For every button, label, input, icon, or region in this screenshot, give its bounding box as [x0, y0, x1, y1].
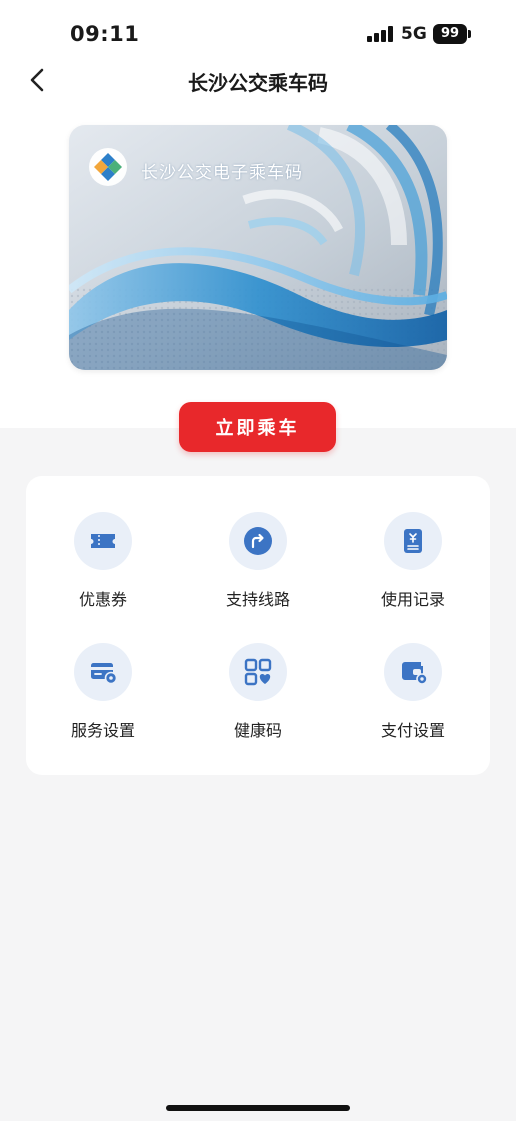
transit-card: 长沙公交电子乘车码 — [69, 125, 447, 370]
page-title: 长沙公交乘车码 — [188, 71, 328, 95]
status-bar: 09:11 5G 99 — [0, 0, 516, 64]
service-label: 支付设置 — [380, 721, 445, 740]
icon-circle — [74, 643, 132, 701]
network-label: 5G — [401, 24, 427, 44]
card-name: 长沙公交电子乘车码 — [141, 163, 303, 183]
icon-circle — [384, 512, 442, 570]
bus-logo-icon — [89, 148, 127, 186]
service-label: 使用记录 — [380, 590, 445, 609]
coupon-icon — [91, 534, 115, 548]
service-label: 服务设置 — [70, 721, 135, 740]
status-time: 09:11 — [70, 22, 140, 46]
card-settings-icon — [91, 663, 118, 685]
service-routes[interactable]: 支持线路 — [181, 512, 335, 622]
nav-bar: 长沙公交乘车码 — [0, 58, 516, 102]
service-payment-settings[interactable]: 支付设置 — [336, 643, 490, 753]
service-coupon[interactable]: 优惠券 — [26, 512, 180, 622]
icon-circle — [229, 512, 287, 570]
service-settings[interactable]: 服务设置 — [26, 643, 180, 753]
record-icon — [404, 529, 422, 553]
icon-circle — [229, 643, 287, 701]
wallet-settings-icon — [402, 662, 428, 685]
icon-circle — [74, 512, 132, 570]
ride-now-button[interactable]: 立即乘车 — [179, 402, 336, 452]
health-code-icon — [244, 658, 272, 686]
battery-cap — [468, 30, 471, 38]
service-panel: 优惠券 支持线路 使用记录 服务设置 健康码 支付设置 — [26, 476, 490, 775]
service-records[interactable]: 使用记录 — [336, 512, 490, 622]
signal-icon — [367, 26, 393, 42]
icon-circle — [384, 643, 442, 701]
service-label: 健康码 — [233, 721, 282, 740]
service-label: 支持线路 — [225, 590, 290, 609]
route-icon — [244, 527, 272, 555]
service-health-code[interactable]: 健康码 — [181, 643, 335, 753]
service-label: 优惠券 — [78, 590, 127, 609]
home-indicator — [166, 1105, 350, 1111]
battery-icon: 99 — [433, 24, 467, 44]
